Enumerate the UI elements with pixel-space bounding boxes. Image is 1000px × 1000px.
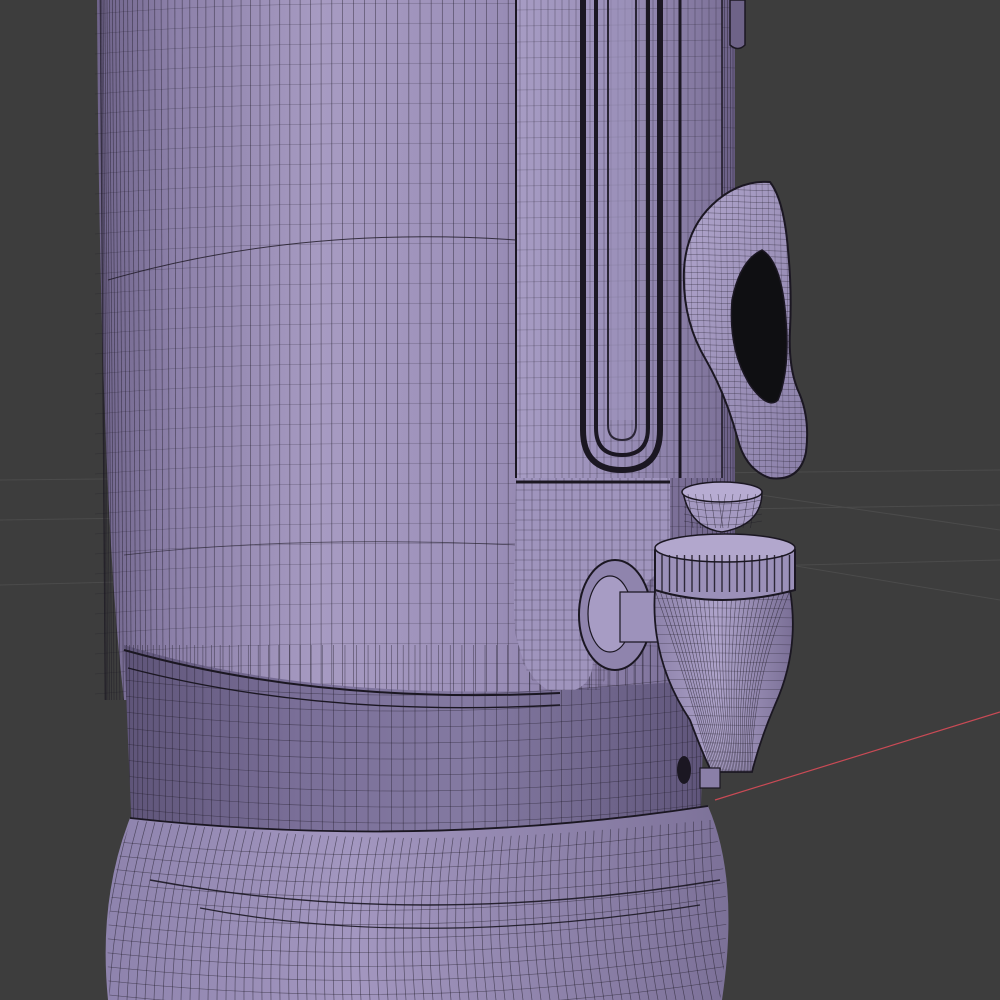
viewport-canvas[interactable]: [0, 0, 1000, 1000]
base-flare[interactable]: [100, 805, 735, 1000]
tap-collar[interactable]: [654, 533, 796, 601]
housing-top-cap: [729, 0, 746, 50]
3d-viewport[interactable]: [0, 0, 1000, 1000]
tap-nozzle: [699, 767, 721, 789]
tap-drip-hole: [677, 756, 691, 784]
